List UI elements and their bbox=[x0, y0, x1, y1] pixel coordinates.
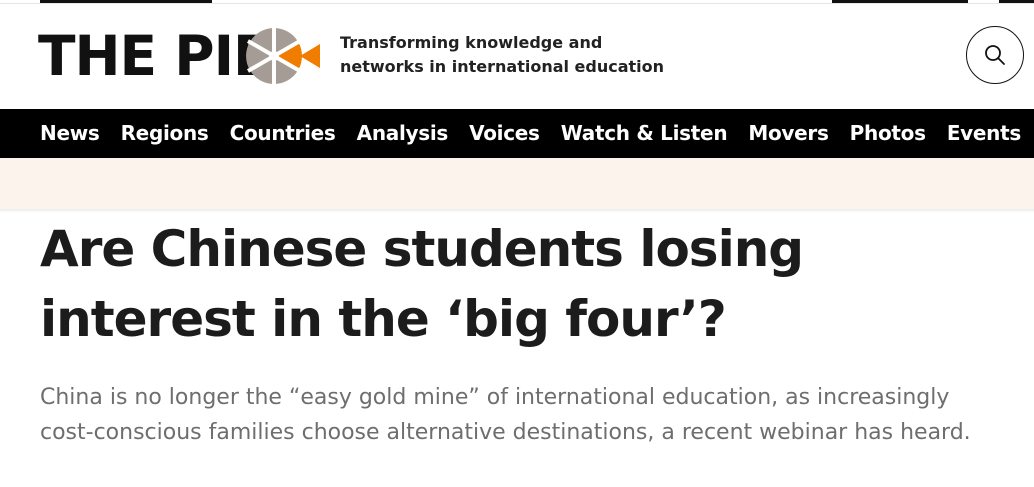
nav-item-movers[interactable]: Movers bbox=[748, 109, 829, 158]
nav-item-regions[interactable]: Regions bbox=[121, 109, 209, 158]
site-logo[interactable]: THE PIE bbox=[38, 24, 271, 88]
article-headline: Are Chinese students losing interest in … bbox=[40, 220, 804, 348]
nav-list: News Regions Countries Analysis Voices W… bbox=[40, 109, 1034, 158]
nav-item-voices[interactable]: Voices bbox=[469, 109, 540, 158]
site-tagline: Transforming knowledge and networks in i… bbox=[340, 33, 665, 76]
site-header: THE PIE Transforming knowledge and netwo… bbox=[0, 4, 1034, 109]
divider bbox=[0, 209, 1034, 213]
nav-item-analysis[interactable]: Analysis bbox=[357, 109, 449, 158]
nav-item-watch-listen[interactable]: Watch & Listen bbox=[561, 109, 728, 158]
nav-item-photos[interactable]: Photos bbox=[850, 109, 926, 158]
nav-item-news[interactable]: News bbox=[40, 109, 100, 158]
pie-logo-icon[interactable] bbox=[244, 26, 320, 86]
article-standfirst: China is no longer the “easy gold mine” … bbox=[40, 385, 971, 445]
main-nav: News Regions Countries Analysis Voices W… bbox=[0, 109, 1034, 158]
search-icon bbox=[985, 45, 1005, 65]
nav-item-countries[interactable]: Countries bbox=[230, 109, 336, 158]
nav-item-events[interactable]: Events bbox=[947, 109, 1021, 158]
search-button[interactable] bbox=[966, 26, 1024, 84]
page: THE PIE Transforming knowledge and netwo… bbox=[0, 0, 1034, 487]
ad-banner bbox=[0, 158, 1034, 209]
